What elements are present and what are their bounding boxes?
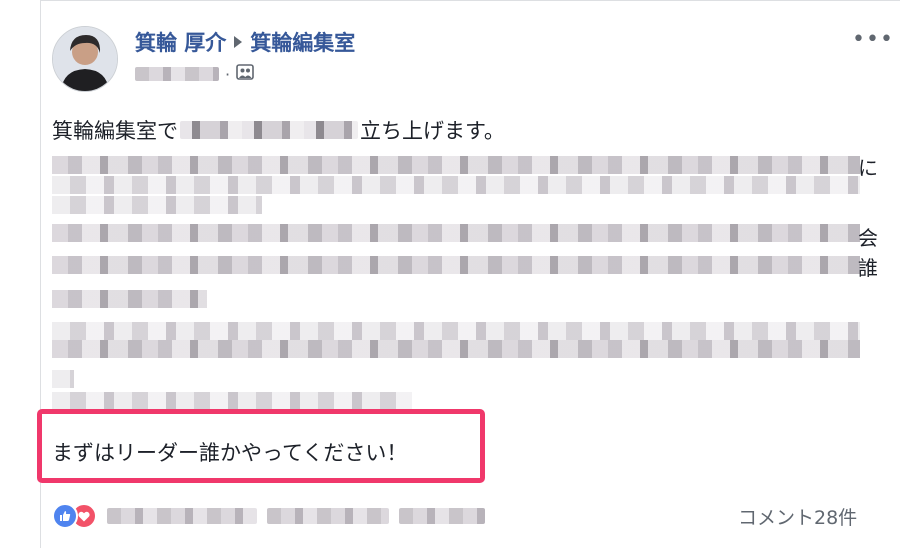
group-audience-icon[interactable]: [236, 64, 254, 84]
redacted-line: [52, 392, 412, 410]
post-meta: ·: [135, 64, 254, 84]
text-end: 立ち上げます。: [360, 119, 505, 143]
redacted-line: [52, 156, 860, 174]
post-text-line1: 箕輪編集室で 立ち上げます。: [52, 116, 505, 144]
redacted-line: [52, 322, 860, 340]
more-options-icon[interactable]: •••: [852, 27, 894, 52]
emphasized-text: まずはリーダー誰かやってください！: [52, 441, 408, 465]
post-header: 箕輪 厚介 箕輪編集室: [135, 28, 355, 56]
edge-char: に: [858, 156, 878, 180]
edge-char: 誰: [858, 256, 878, 280]
redacted-line: [52, 224, 860, 242]
target-page-name[interactable]: 箕輪編集室: [250, 27, 355, 57]
reactions-bar[interactable]: [52, 502, 485, 530]
avatar[interactable]: [52, 26, 118, 92]
redacted-line: [52, 340, 860, 358]
text-start: 箕輪編集室で: [52, 119, 178, 143]
edge-char: 会: [858, 226, 878, 250]
redacted-line: [52, 256, 860, 274]
thumbs-up-icon[interactable]: [52, 503, 78, 529]
separator: ·: [225, 64, 231, 84]
redacted-line: [52, 176, 860, 194]
timestamp-redacted[interactable]: [135, 67, 219, 81]
comment-count-link[interactable]: コメント28件: [738, 502, 857, 530]
avatar-image: [53, 27, 117, 91]
redacted-text: [180, 121, 358, 139]
redacted-line: [52, 196, 262, 214]
redacted-line: [52, 370, 74, 388]
arrow-right-icon: [234, 36, 243, 48]
redacted-line: [52, 290, 207, 308]
author-name[interactable]: 箕輪 厚介: [135, 27, 226, 57]
reactor-names-redacted[interactable]: [107, 508, 485, 524]
